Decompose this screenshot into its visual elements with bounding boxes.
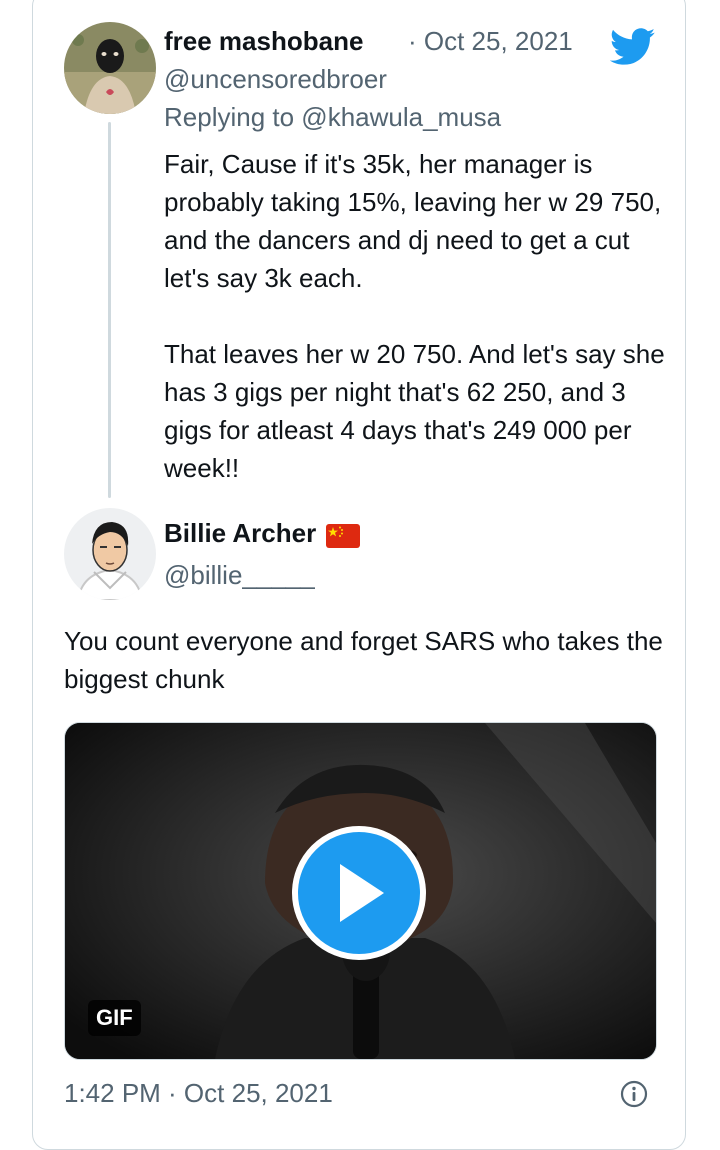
parent-paragraph-2: That leaves her w 20 750. And let's say …	[164, 339, 665, 483]
parent-date[interactable]: · Oct 25, 2021	[408, 26, 573, 57]
main-avatar[interactable]	[64, 508, 156, 600]
main-display-name[interactable]: Billie Archer	[164, 518, 316, 549]
tweet-timestamp[interactable]: 1:42 PM · Oct 25, 2021	[64, 1078, 333, 1109]
twitter-bird-icon[interactable]	[610, 28, 656, 66]
thread-connector	[108, 122, 111, 498]
play-icon	[340, 864, 384, 922]
parent-paragraph-1: Fair, Cause if it's 35k, her manager is …	[164, 149, 662, 293]
main-tweet-text: You count everyone and forget SARS who t…	[64, 626, 663, 694]
gif-badge: GIF	[88, 1000, 141, 1036]
parent-display-name[interactable]: free mashobane	[164, 26, 363, 57]
parent-tweet-text: Fair, Cause if it's 35k, her manager is …	[164, 145, 674, 487]
info-icon[interactable]	[620, 1080, 648, 1108]
china-flag-icon	[326, 524, 360, 548]
play-button[interactable]	[292, 826, 426, 960]
main-handle[interactable]: @billie_____	[164, 560, 315, 591]
replying-to-label[interactable]: Replying to @khawula_musa	[164, 102, 501, 133]
parent-handle[interactable]: @uncensoredbroer	[164, 64, 387, 95]
parent-avatar[interactable]	[64, 22, 156, 114]
